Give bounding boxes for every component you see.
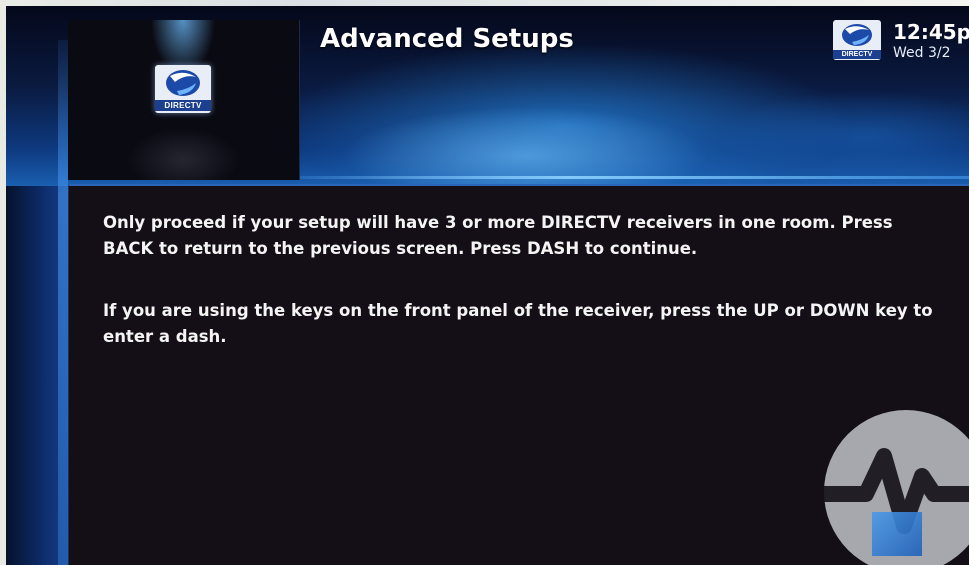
side-glow [58,40,68,565]
directv-logo-icon: DIRECTV [155,65,211,113]
message-paragraph-2: If you are using the keys on the front p… [103,301,933,346]
clock-date: Wed 3/2 [893,45,951,61]
clock-time: 12:45p [893,20,969,44]
directv-small-logo-icon: DIRECTV [833,20,881,60]
page-title: Advanced Setups [320,24,574,54]
watermark-square [872,512,922,556]
clock-logo-label: DIRECTV [833,50,881,59]
header-glow-line [300,176,969,179]
frame-left [0,0,6,565]
message-paragraph-1: Only proceed if your setup will have 3 o… [103,213,893,258]
frame-top [0,0,969,6]
tv-screen: DIRECTV Advanced Setups DIRECTV 12:45p W… [0,0,969,565]
logo-label: DIRECTV [155,100,211,111]
channel-logo-tile: DIRECTV [68,20,300,180]
